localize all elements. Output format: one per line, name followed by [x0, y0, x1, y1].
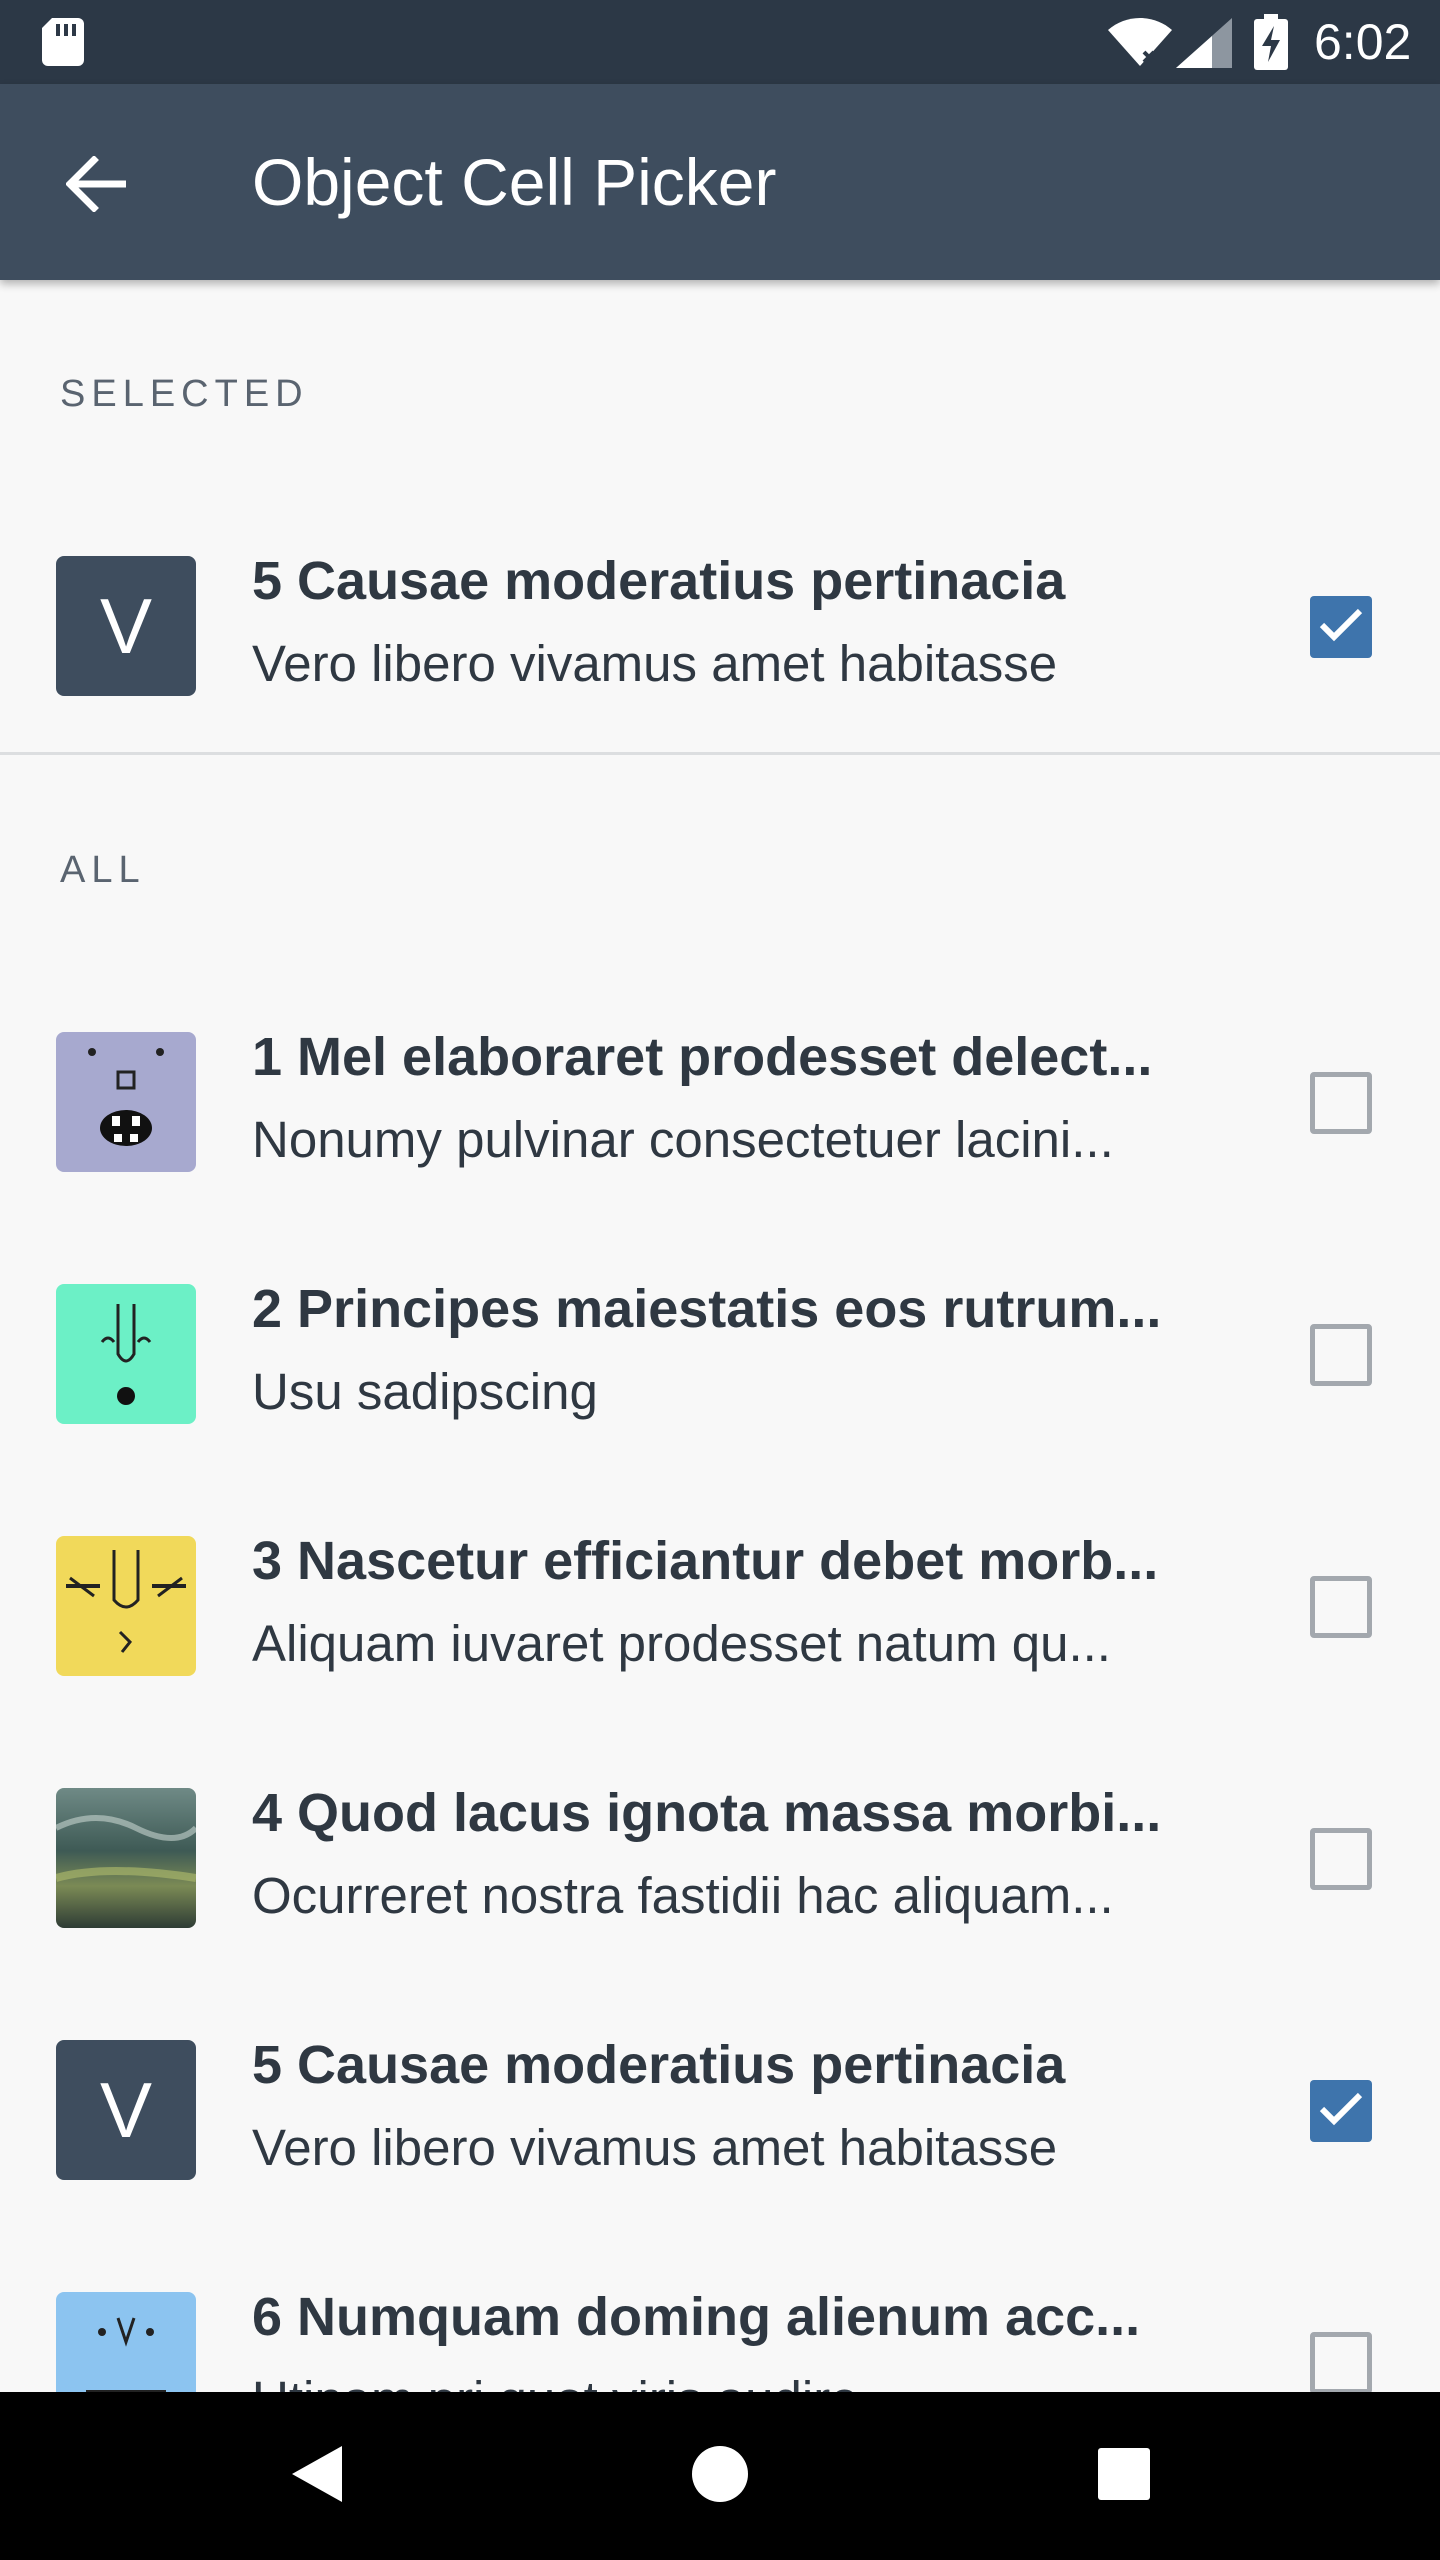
checkbox-unchecked[interactable]	[1310, 1828, 1372, 1890]
wifi-icon	[1108, 18, 1172, 73]
checkbox-unchecked[interactable]	[1310, 1072, 1372, 1134]
sd-card-icon	[42, 18, 84, 71]
avatar-landscape-image	[56, 1788, 196, 1928]
item-headline: 2 Principes maiestatis eos rutrum...	[252, 1279, 1162, 1339]
item-headline: 6 Numquam doming alienum acc...	[252, 2287, 1141, 2347]
list-item[interactable]: 2 Principes maiestatis eos rutrum... Usu…	[0, 1228, 1440, 1480]
checkbox-unchecked[interactable]	[1310, 1576, 1372, 1638]
checkbox-unchecked[interactable]	[1310, 1324, 1372, 1386]
item-subhead: Vero libero vivamus amet habitasse	[252, 635, 1058, 692]
navigation-bar	[0, 2392, 1440, 2560]
avatar: V	[56, 556, 196, 696]
recents-square-icon	[1097, 2447, 1151, 2506]
app-bar: Object Cell Picker	[0, 84, 1440, 280]
nav-back-button[interactable]	[266, 2426, 366, 2526]
avatar-face-image	[56, 1536, 196, 1676]
item-headline: 1 Mel elaboraret prodesset delect...	[252, 1027, 1153, 1087]
item-subhead: Utinam pri quot viris audire	[252, 2364, 1202, 2392]
list-item[interactable]: 6 Numquam doming alienum acc... Utinam p…	[0, 2236, 1440, 2392]
list-item[interactable]: 4 Quod lacus ignota massa morbi... Ocurr…	[0, 1732, 1440, 1984]
item-subhead: Aliquam iuvaret prodesset natum qu...	[252, 1615, 1111, 1672]
signal-icon	[1176, 18, 1232, 73]
item-subhead: Vero libero vivamus amet habitasse	[252, 2119, 1058, 2176]
checkmark-icon	[1318, 607, 1364, 648]
list-item[interactable]: 1 Mel elaboraret prodesset delect... Non…	[0, 976, 1440, 1228]
home-circle-icon	[690, 2444, 750, 2509]
item-subhead: Usu sadipscing	[252, 1363, 598, 1420]
list-item[interactable]: V 5 Causae moderatius pertinacia Vero li…	[0, 1984, 1440, 2236]
picker-list[interactable]: SELECTED V 5 Causae moderatius pertinaci…	[0, 280, 1440, 2392]
nav-recents-button[interactable]	[1074, 2426, 1174, 2526]
item-headline: 3 Nascetur efficiantur debet morb...	[252, 1531, 1159, 1591]
avatar-face-image	[56, 1032, 196, 1172]
checkbox-checked[interactable]	[1310, 2080, 1372, 2142]
item-headline: 4 Quod lacus ignota massa morbi...	[252, 1783, 1162, 1843]
item-subhead: Ocurreret nostra fastidii hac aliquam...	[252, 1867, 1114, 1924]
item-subhead: Nonumy pulvinar consectetuer lacini...	[252, 1111, 1114, 1168]
checkbox-unchecked[interactable]	[1310, 2332, 1372, 2392]
battery-charging-icon	[1254, 14, 1288, 75]
item-headline: 5 Causae moderatius pertinacia	[252, 2035, 1066, 2095]
checkbox-checked[interactable]	[1310, 596, 1372, 658]
screen: 6:02 Object Cell Picker SELECTED V 5 Cau…	[0, 0, 1440, 2560]
avatar: V	[56, 2040, 196, 2180]
section-header-selected: SELECTED	[60, 373, 309, 415]
arrow-back-icon	[65, 154, 128, 217]
avatar-face-image	[56, 1284, 196, 1424]
page-title: Object Cell Picker	[252, 145, 777, 219]
list-item[interactable]: 3 Nascetur efficiantur debet morb... Ali…	[0, 1480, 1440, 1732]
avatar-face-image	[56, 2292, 196, 2392]
selected-list-item[interactable]: V 5 Causae moderatius pertinacia Vero li…	[0, 500, 1440, 752]
item-headline: 5 Causae moderatius pertinacia	[252, 551, 1066, 611]
clock: 6:02	[1314, 14, 1412, 70]
section-divider	[0, 752, 1440, 755]
status-bar: 6:02	[0, 0, 1440, 84]
section-header-all: ALL	[60, 849, 146, 891]
checkmark-icon	[1318, 2091, 1364, 2132]
back-button[interactable]	[56, 146, 136, 226]
back-triangle-icon	[288, 2444, 344, 2509]
nav-home-button[interactable]	[670, 2426, 770, 2526]
